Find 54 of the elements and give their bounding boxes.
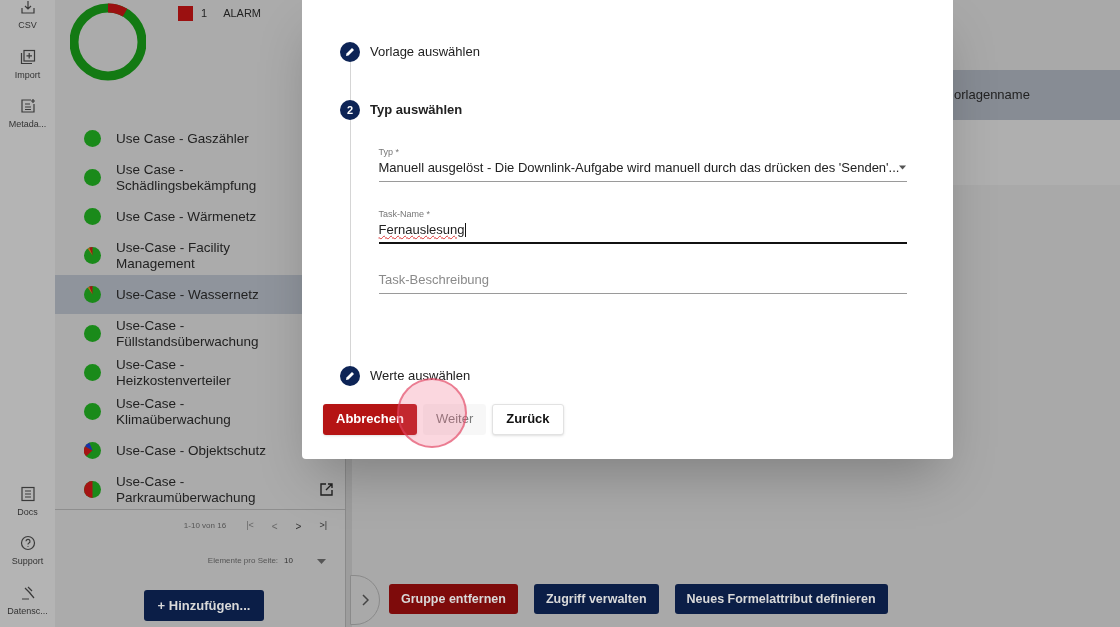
action-button[interactable]: Gruppe entfernen [389, 584, 518, 614]
use-case-name: Use Case - Wärmenetz [116, 208, 258, 225]
action-button[interactable]: Zugriff verwalten [533, 584, 659, 614]
rail-button[interactable]: Metada... [0, 95, 55, 135]
use-case-name: Use Case - Gaszähler [116, 130, 250, 147]
add-copy-icon [19, 48, 36, 65]
use-case-name: Use-Case - Objektschutz [116, 442, 268, 459]
rail-button[interactable]: Docs [0, 482, 55, 522]
step-number: 2 [340, 100, 360, 120]
dropdown-caret-icon [899, 165, 907, 171]
use-case-item[interactable]: Use Case - Wärmenetz [55, 197, 345, 236]
gavel-icon [19, 584, 36, 601]
use-case-name: Use-Case - Facility Management [116, 239, 232, 272]
action-button[interactable]: Neues Formelattribut definieren [674, 584, 888, 614]
step-label: Typ auswählen [370, 101, 463, 120]
type-select[interactable]: Typ * Manuell ausgelöst - Die Downlink-Aufgabe wird manuell durch das drücken des 'Senden'... [378, 146, 907, 182]
text-field[interactable]: Task-Beschreibung [378, 270, 907, 294]
dialog-button[interactable]: Zurück [492, 403, 564, 435]
rail-button[interactable]: Datensc... [0, 581, 55, 621]
use-case-item[interactable]: Use Case - Gaszähler [55, 119, 345, 158]
next-page-button[interactable]: > [295, 518, 302, 534]
rail-button[interactable]: Import [0, 45, 55, 85]
use-case-item[interactable]: Use-Case - Füllstandsüberwachung [55, 314, 345, 353]
page-size-label: Elemente pro Seite: [207, 555, 279, 567]
use-case-item[interactable]: Use Case - Schädlingsbekämpfung [55, 158, 345, 197]
external-link-icon[interactable] [320, 483, 333, 496]
use-case-item[interactable]: Use-Case - Heizkostenverteiler [55, 353, 345, 392]
chevron-icon [361, 594, 369, 606]
document-add-icon [19, 98, 36, 114]
use-case-name: Use-Case - Füllstandsüberwachung [116, 317, 260, 350]
use-case-item[interactable]: Use-Case - Parkraumüberwachung [55, 470, 345, 509]
rail-button[interactable]: Support [0, 532, 55, 572]
use-case-name: Use-Case - Wassernetz [116, 286, 260, 303]
add-button[interactable]: + Hinzufügen... [143, 590, 265, 621]
use-case-name: Use-Case - Parkraumüberwachung [116, 473, 257, 506]
last-page-button[interactable]: >| [319, 519, 327, 533]
use-case-name: Use Case - Schädlingsbekämpfung [116, 161, 258, 194]
pagination-range: 1-10 von 16 [183, 520, 227, 532]
rail-button[interactable]: CSV [0, 0, 55, 36]
document-icon [19, 485, 36, 502]
legend-label: ALARM [223, 6, 262, 21]
legend-count: 1 [201, 6, 208, 21]
dialog-button[interactable]: Abbrechen [323, 403, 417, 435]
caret-icon [317, 558, 326, 564]
use-case-item[interactable]: Use-Case - Facility Management [55, 236, 345, 275]
text-field[interactable]: Task-Name * Fernauslesung [378, 207, 907, 244]
use-case-name: Use-Case - Klimaüberwachung [116, 395, 232, 428]
column-header: orlagenname [954, 86, 1030, 105]
step-label: Vorlage auswählen [370, 43, 480, 62]
step-label: Werte auswählen [370, 366, 471, 385]
download-icon [19, 0, 36, 15]
use-case-name: Use-Case - Heizkostenverteiler [116, 356, 232, 389]
page-size-select[interactable]: 10 [284, 555, 326, 567]
help-icon [19, 535, 36, 551]
